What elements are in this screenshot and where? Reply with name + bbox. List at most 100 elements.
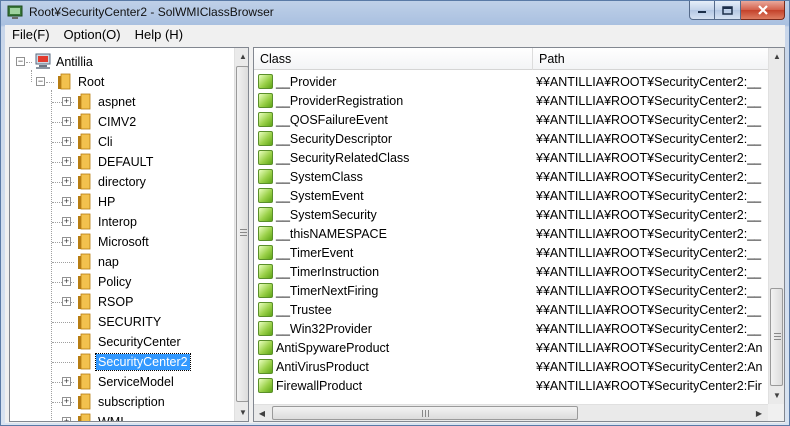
menu-bar: File(F) Option(O) Help (H) bbox=[5, 25, 785, 45]
tree-node-label: CIMV2 bbox=[98, 115, 137, 129]
folder-icon bbox=[77, 353, 91, 373]
tree-node-label: DEFAULT bbox=[98, 155, 154, 169]
namespace-tree[interactable]: − Antillia − Root + aspnet + CIMV2 + Cli… bbox=[9, 47, 249, 422]
folder-icon bbox=[77, 313, 91, 333]
folder-icon bbox=[77, 373, 91, 393]
expand-icon[interactable]: + bbox=[62, 417, 71, 421]
class-cell: __SystemSecurity bbox=[254, 207, 533, 222]
list-item[interactable]: __ProviderRegistration ¥¥ANTILLIA¥ROOT¥Se… bbox=[254, 91, 768, 110]
class-icon bbox=[258, 74, 273, 89]
class-cell: __SecurityDescriptor bbox=[254, 131, 533, 146]
list-item[interactable]: AntiVirusProduct ¥¥ANTILLIA¥ROOT¥Security… bbox=[254, 357, 768, 376]
list-item[interactable]: __Trustee ¥¥ANTILLIA¥ROOT¥SecurityCenter2… bbox=[254, 300, 768, 319]
class-name: AntiSpywareProduct bbox=[276, 340, 390, 355]
scroll-thumb[interactable] bbox=[236, 66, 248, 402]
column-header-class[interactable]: Class bbox=[254, 48, 533, 70]
folder-icon bbox=[77, 133, 91, 153]
title-bar[interactable]: Root¥SecurityCenter2 - SolWMIClassBrowse… bbox=[1, 1, 789, 25]
list-item[interactable]: __TimerInstruction ¥¥ANTILLIA¥ROOT¥Securi… bbox=[254, 262, 768, 281]
menu-file[interactable]: File(F) bbox=[5, 25, 57, 45]
expand-icon[interactable]: + bbox=[62, 397, 71, 406]
tree-node-label: subscription bbox=[98, 395, 165, 409]
scroll-down-icon[interactable]: ▼ bbox=[235, 404, 248, 421]
menu-option[interactable]: Option(O) bbox=[57, 25, 128, 45]
scroll-thumb[interactable] bbox=[770, 288, 783, 386]
class-cell: __TimerEvent bbox=[254, 245, 533, 260]
expand-icon[interactable]: + bbox=[62, 197, 71, 206]
class-icon bbox=[258, 264, 273, 279]
expand-icon[interactable]: + bbox=[62, 377, 71, 386]
computer-icon bbox=[35, 53, 51, 69]
tree-node-label: SecurityCenter bbox=[98, 335, 181, 349]
expand-icon[interactable]: + bbox=[62, 237, 71, 246]
class-cell: __ProviderRegistration bbox=[254, 93, 533, 108]
close-icon bbox=[757, 5, 768, 15]
tree-content: − Antillia − Root + aspnet + CIMV2 + Cli… bbox=[10, 48, 234, 421]
class-name: __TimerNextFiring bbox=[276, 283, 379, 298]
scroll-thumb[interactable] bbox=[272, 406, 578, 420]
class-cell: __SystemEvent bbox=[254, 188, 533, 203]
path-cell: ¥¥ANTILLIA¥ROOT¥SecurityCenter2:__ bbox=[536, 321, 762, 336]
maximize-button[interactable] bbox=[715, 1, 741, 20]
minimize-button[interactable] bbox=[689, 1, 715, 20]
path-cell: ¥¥ANTILLIA¥ROOT¥SecurityCenter2:__ bbox=[536, 245, 762, 260]
expand-icon[interactable]: + bbox=[62, 157, 71, 166]
folder-icon bbox=[77, 253, 91, 273]
expand-icon[interactable]: + bbox=[62, 117, 71, 126]
list-item[interactable]: AntiSpywareProduct ¥¥ANTILLIA¥ROOT¥Securi… bbox=[254, 338, 768, 357]
class-name: __TimerEvent bbox=[276, 245, 354, 260]
expand-icon[interactable]: + bbox=[62, 277, 71, 286]
window-title: Root¥SecurityCenter2 - SolWMIClassBrowse… bbox=[29, 5, 274, 19]
collapse-icon[interactable]: − bbox=[16, 57, 25, 66]
tree-vertical-scrollbar[interactable]: ▲ ▼ bbox=[234, 48, 248, 421]
list-item[interactable]: __TimerEvent ¥¥ANTILLIA¥ROOT¥SecurityCent… bbox=[254, 243, 768, 262]
list-item[interactable]: __SystemSecurity ¥¥ANTILLIA¥ROOT¥Security… bbox=[254, 205, 768, 224]
scroll-left-icon[interactable]: ◀ bbox=[254, 405, 270, 421]
expand-icon[interactable]: + bbox=[62, 297, 71, 306]
scroll-up-icon[interactable]: ▲ bbox=[769, 48, 784, 65]
path-cell: ¥¥ANTILLIA¥ROOT¥SecurityCenter2:__ bbox=[536, 169, 762, 184]
class-icon bbox=[258, 150, 273, 165]
class-list[interactable]: Class Path __Provider ¥¥ANTILLIA¥ROOT¥Sec… bbox=[253, 47, 785, 422]
folder-icon bbox=[77, 413, 91, 421]
folder-icon bbox=[77, 393, 91, 413]
class-cell: __SystemClass bbox=[254, 169, 533, 184]
menu-help[interactable]: Help (H) bbox=[128, 25, 190, 45]
class-icon bbox=[258, 245, 273, 260]
class-icon bbox=[258, 207, 273, 222]
tree-node-label: WMI bbox=[96, 414, 126, 421]
expand-icon[interactable]: + bbox=[62, 217, 71, 226]
list-item[interactable]: __SystemEvent ¥¥ANTILLIA¥ROOT¥SecurityCen… bbox=[254, 186, 768, 205]
class-cell: __QOSFailureEvent bbox=[254, 112, 533, 127]
path-cell: ¥¥ANTILLIA¥ROOT¥SecurityCenter2:__ bbox=[536, 264, 762, 279]
path-cell: ¥¥ANTILLIA¥ROOT¥SecurityCenter2:__ bbox=[536, 226, 762, 241]
class-cell: __Trustee bbox=[254, 302, 533, 317]
list-item[interactable]: __Win32Provider ¥¥ANTILLIA¥ROOT¥SecurityC… bbox=[254, 319, 768, 338]
minimize-icon bbox=[698, 11, 706, 13]
expand-icon[interactable]: + bbox=[62, 97, 71, 106]
expand-icon[interactable]: + bbox=[62, 177, 71, 186]
class-name: __ProviderRegistration bbox=[276, 93, 404, 108]
list-item[interactable]: __SecurityRelatedClass ¥¥ANTILLIA¥ROOT¥Se… bbox=[254, 148, 768, 167]
tree-node-label: aspnet bbox=[98, 95, 136, 109]
list-item[interactable]: __Provider ¥¥ANTILLIA¥ROOT¥SecurityCenter… bbox=[254, 72, 768, 91]
list-item[interactable]: __thisNAMESPACE ¥¥ANTILLIA¥ROOT¥SecurityC… bbox=[254, 224, 768, 243]
list-item[interactable]: __TimerNextFiring ¥¥ANTILLIA¥ROOT¥Securit… bbox=[254, 281, 768, 300]
scroll-up-icon[interactable]: ▲ bbox=[235, 48, 248, 65]
class-icon bbox=[258, 131, 273, 146]
collapse-icon[interactable]: − bbox=[36, 77, 45, 86]
list-item[interactable]: __SystemClass ¥¥ANTILLIA¥ROOT¥SecurityCen… bbox=[254, 167, 768, 186]
column-header-path[interactable]: Path bbox=[533, 48, 784, 70]
list-vertical-scrollbar[interactable]: ▲ ▼ bbox=[768, 48, 784, 404]
list-horizontal-scrollbar[interactable]: ◀ ▶ bbox=[254, 404, 768, 421]
folder-icon bbox=[77, 113, 91, 133]
close-button[interactable] bbox=[741, 1, 785, 20]
list-item[interactable]: FirewallProduct ¥¥ANTILLIA¥ROOT¥SecurityC… bbox=[254, 376, 768, 395]
class-name: __Provider bbox=[276, 74, 337, 89]
scroll-down-icon[interactable]: ▼ bbox=[769, 387, 784, 404]
scroll-right-icon[interactable]: ▶ bbox=[751, 405, 767, 421]
expand-icon[interactable]: + bbox=[62, 137, 71, 146]
client-area: − Antillia − Root + aspnet + CIMV2 + Cli… bbox=[5, 45, 785, 423]
list-item[interactable]: __QOSFailureEvent ¥¥ANTILLIA¥ROOT¥Securit… bbox=[254, 110, 768, 129]
list-item[interactable]: __SecurityDescriptor ¥¥ANTILLIA¥ROOT¥Secu… bbox=[254, 129, 768, 148]
